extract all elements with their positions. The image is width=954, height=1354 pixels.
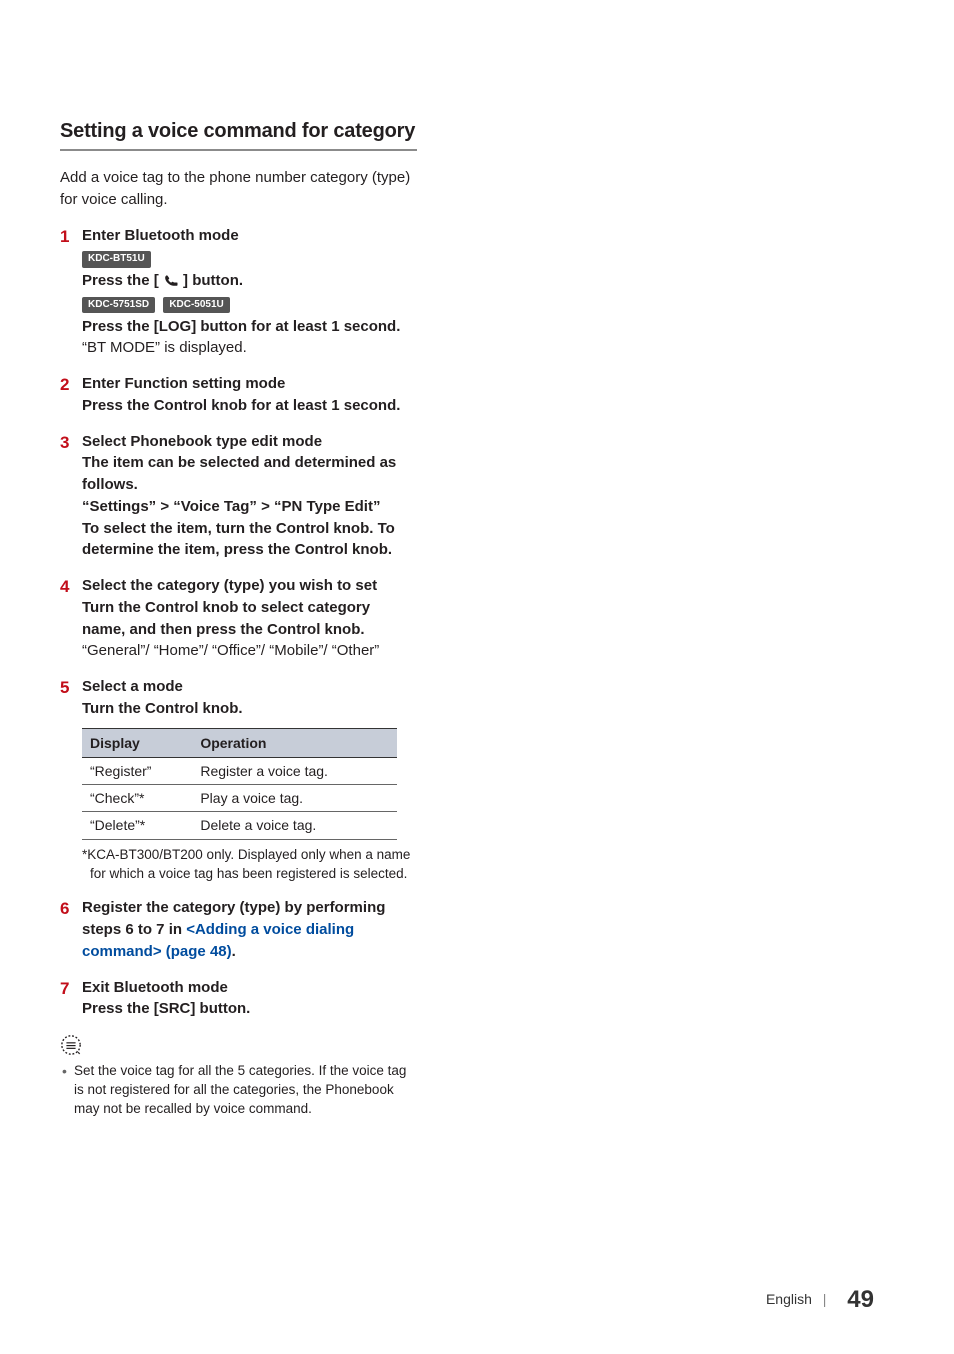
- step-text: Press the [SRC] button.: [82, 998, 417, 1020]
- step-title: Select the category (type) you wish to s…: [82, 575, 417, 597]
- path-segment: “Settings”: [82, 498, 156, 515]
- step-title: Enter Bluetooth mode: [82, 225, 417, 247]
- step-text: Press the [LOG] button for at least 1 se…: [82, 316, 417, 338]
- page-footer: English | 49: [766, 1286, 874, 1314]
- model-badge: KDC-5751SD: [82, 297, 155, 314]
- step-3: Select Phonebook type edit mode The item…: [60, 431, 417, 562]
- step-title: Exit Bluetooth mode: [82, 977, 417, 999]
- step-text: The item can be selected and determined …: [82, 452, 417, 496]
- step-5: Select a mode Turn the Control knob. Dis…: [60, 676, 417, 883]
- table-row: “Check”* Play a voice tag.: [82, 785, 397, 812]
- footer-language: English: [766, 1291, 812, 1307]
- footer-separator: |: [823, 1291, 827, 1307]
- note-icon: [60, 1034, 82, 1056]
- step-text: Press the Control knob for at least 1 se…: [82, 395, 417, 417]
- chevron-right-icon: >: [160, 498, 173, 515]
- path-segment: “Voice Tag”: [173, 498, 257, 515]
- step-text: “BT MODE” is displayed.: [82, 337, 417, 359]
- table-row: “Delete”* Delete a voice tag.: [82, 812, 397, 839]
- table-row: “Register” Register a voice tag.: [82, 757, 397, 784]
- table-header-operation: Operation: [192, 728, 397, 757]
- table-cell: “Delete”*: [82, 812, 192, 839]
- step-title: Select Phonebook type edit mode: [82, 431, 417, 453]
- section-title: Setting a voice command for category: [60, 120, 417, 151]
- manual-page: Setting a voice command for category Add…: [0, 0, 477, 1119]
- modes-table: Display Operation “Register” Register a …: [82, 728, 397, 840]
- step-4: Select the category (type) you wish to s…: [60, 575, 417, 662]
- step-text: “General”/ “Home”/ “Office”/ “Mobile”/ “…: [82, 640, 417, 662]
- model-badge: KDC-BT51U: [82, 251, 151, 268]
- table-cell: Register a voice tag.: [192, 757, 397, 784]
- table-footnote: *KCA-BT300/BT200 only. Displayed only wh…: [82, 846, 417, 884]
- model-badge: KDC-5051U: [163, 297, 229, 314]
- table-header-display: Display: [82, 728, 192, 757]
- step-text: ] button.: [183, 272, 243, 289]
- step-text: Press the [: [82, 272, 163, 289]
- note-section: Set the voice tag for all the 5 categori…: [60, 1034, 417, 1119]
- step-7: Exit Bluetooth mode Press the [SRC] butt…: [60, 977, 417, 1021]
- intro-text: Add a voice tag to the phone number cate…: [60, 167, 417, 211]
- step-title: Select a mode: [82, 676, 417, 698]
- table-cell: Delete a voice tag.: [192, 812, 397, 839]
- step-text: Turn the Control knob to select category…: [82, 597, 417, 641]
- page-number: 49: [847, 1286, 874, 1313]
- step-text: Turn the Control knob.: [82, 698, 417, 720]
- step-title: Enter Function setting mode: [82, 373, 417, 395]
- chevron-right-icon: >: [261, 498, 274, 515]
- step-2: Enter Function setting mode Press the Co…: [60, 373, 417, 417]
- step-text: To select the item, turn the Control kno…: [82, 518, 417, 562]
- table-cell: Play a voice tag.: [192, 785, 397, 812]
- step-text: .: [232, 943, 236, 960]
- step-1: Enter Bluetooth mode KDC-BT51U Press the…: [60, 225, 417, 360]
- note-text: Set the voice tag for all the 5 categori…: [60, 1062, 417, 1119]
- table-cell: “Register”: [82, 757, 192, 784]
- table-cell: “Check”*: [82, 785, 192, 812]
- phone-icon: [163, 274, 179, 287]
- path-segment: “PN Type Edit”: [274, 498, 380, 515]
- step-6: Register the category (type) by performi…: [60, 897, 417, 962]
- steps-list: Enter Bluetooth mode KDC-BT51U Press the…: [60, 225, 417, 1021]
